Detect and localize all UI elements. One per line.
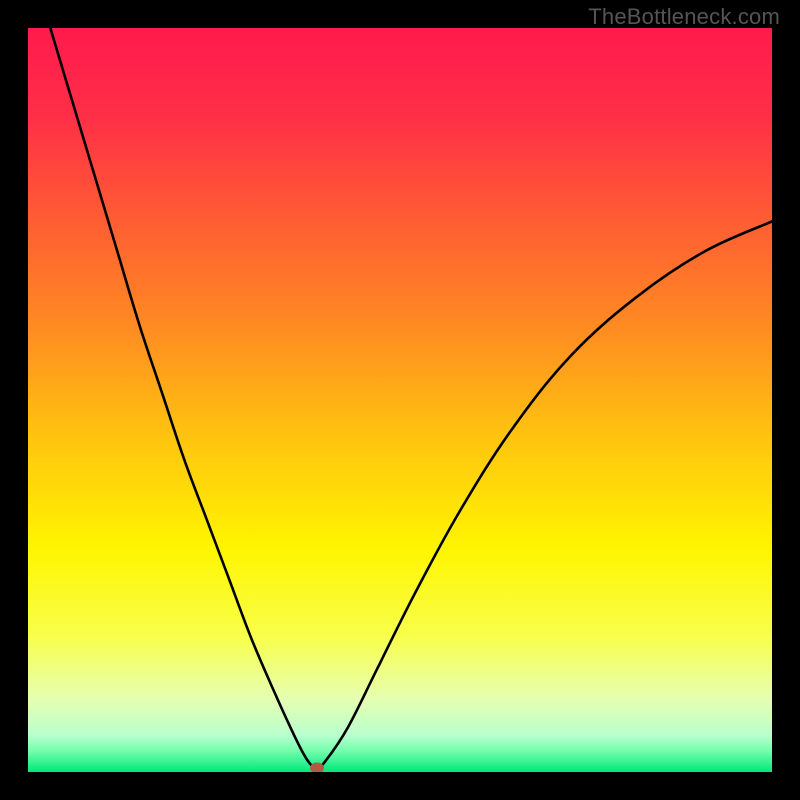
minimum-marker bbox=[310, 763, 324, 772]
bottleneck-curve bbox=[28, 28, 772, 772]
chart-frame: TheBottleneck.com bbox=[0, 0, 800, 800]
plot-area bbox=[28, 28, 772, 772]
watermark-label: TheBottleneck.com bbox=[588, 4, 780, 30]
